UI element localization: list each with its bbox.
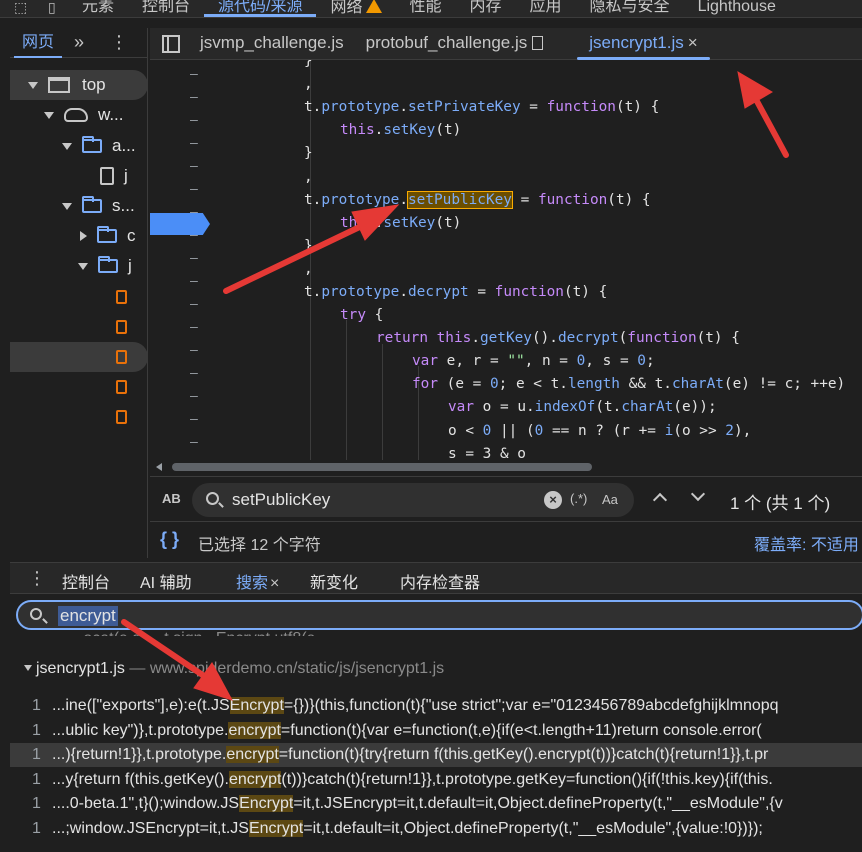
annotation-arrow-search [121, 619, 213, 683]
annotation-arrow-tab-head [737, 71, 773, 109]
annotation-arrows [121, 71, 789, 701]
annotation-arrow-tab [749, 89, 789, 158]
annotation-arrow-code [223, 219, 373, 294]
annotation-arrow-code-head [351, 204, 400, 241]
annotation-arrow-search-head [193, 662, 234, 701]
